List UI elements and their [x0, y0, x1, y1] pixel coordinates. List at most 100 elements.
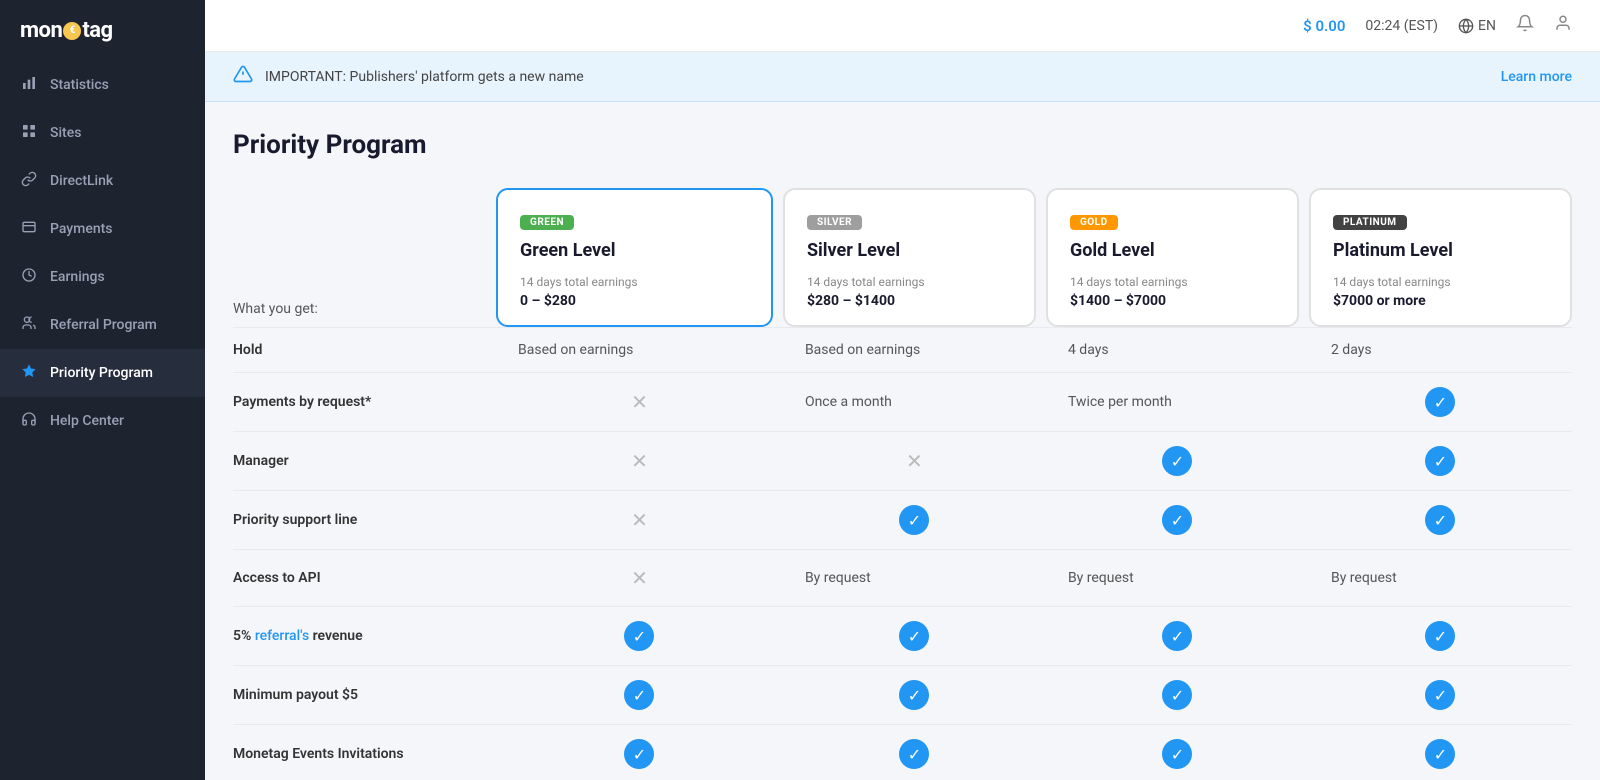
gold-manager: ✓	[1046, 432, 1309, 491]
lang-label: EN	[1478, 18, 1496, 34]
green-level-name: Green Level	[520, 240, 749, 261]
referral-revenue-label: 5% referral's revenue	[233, 607, 496, 666]
platinum-level-card: PLATINUM Platinum Level 14 days total ea…	[1309, 188, 1572, 327]
warning-icon	[233, 64, 253, 89]
silver-events: ✓	[783, 725, 1046, 780]
gold-min-payout: ✓	[1046, 666, 1309, 725]
priority-support-label: Priority support line	[233, 491, 496, 550]
check-icon: ✓	[1425, 505, 1455, 535]
green-badge: GREEN	[520, 215, 574, 230]
gold-payments-request: Twice per month	[1046, 373, 1309, 432]
check-icon: ✓	[1162, 739, 1192, 769]
events-label: Monetag Events Invitations	[233, 725, 496, 780]
silver-level-name: Silver Level	[807, 240, 1012, 261]
logo-coin: €	[63, 22, 81, 40]
silver-min-payout: ✓	[783, 666, 1046, 725]
star-icon	[20, 363, 38, 383]
earnings-icon	[20, 267, 38, 287]
silver-level-card: SILVER Silver Level 14 days total earnin…	[783, 188, 1036, 327]
referral-revenue-row: 5% referral's revenue ✓ ✓ ✓ ✓	[233, 607, 1572, 666]
check-icon: ✓	[624, 621, 654, 651]
check-icon: ✓	[1425, 621, 1455, 651]
sidebar-item-statistics-label: Statistics	[50, 77, 109, 93]
green-events: ✓	[496, 725, 783, 780]
gold-events: ✓	[1046, 725, 1309, 780]
what-you-get-label: What you get:	[233, 301, 318, 317]
learn-more-link[interactable]: Learn more	[1501, 69, 1572, 85]
platinum-level-header: PLATINUM Platinum Level 14 days total ea…	[1309, 188, 1572, 328]
sidebar-item-sites[interactable]: Sites	[0, 109, 205, 157]
platinum-referral-revenue: ✓	[1309, 607, 1572, 666]
platinum-min-payout: ✓	[1309, 666, 1572, 725]
page-title: Priority Program	[233, 130, 1572, 160]
user-avatar[interactable]	[1554, 14, 1572, 37]
platinum-badge: PLATINUM	[1333, 215, 1407, 230]
sidebar-item-priority-label: Priority Program	[50, 365, 153, 381]
check-icon: ✓	[899, 621, 929, 651]
help-icon	[20, 411, 38, 431]
sidebar: mon€tag Statistics Sites DirectLink Paym…	[0, 0, 205, 780]
manager-label: Manager	[233, 432, 496, 491]
green-priority-support: ✕	[496, 491, 783, 550]
silver-badge: SILVER	[807, 215, 862, 230]
api-label: Access to API	[233, 550, 496, 607]
sidebar-item-payments-label: Payments	[50, 221, 113, 237]
sidebar-item-earnings[interactable]: Earnings	[0, 253, 205, 301]
main-content: $ 0.00 02:24 (EST) EN IMPORTANT: Publish…	[205, 0, 1600, 780]
priority-support-row: Priority support line ✕ ✓ ✓ ✓	[233, 491, 1572, 550]
check-icon: ✓	[1425, 680, 1455, 710]
green-hold: Based on earnings	[496, 328, 783, 373]
check-icon: ✓	[624, 680, 654, 710]
green-payments-request: ✕	[496, 373, 783, 432]
sidebar-item-referral[interactable]: Referral Program	[0, 301, 205, 349]
language-selector[interactable]: EN	[1458, 18, 1496, 34]
payments-icon	[20, 219, 38, 239]
banner-text: IMPORTANT: Publishers' platform gets a n…	[265, 69, 584, 85]
notification-icon[interactable]	[1516, 14, 1534, 37]
events-row: Monetag Events Invitations ✓ ✓ ✓ ✓	[233, 725, 1572, 780]
sidebar-item-help[interactable]: Help Center	[0, 397, 205, 445]
green-api: ✕	[496, 550, 783, 607]
sidebar-item-priority[interactable]: Priority Program	[0, 349, 205, 397]
cross-icon: ✕	[625, 447, 653, 475]
silver-priority-support: ✓	[783, 491, 1046, 550]
page-content: Priority Program What you get:	[205, 102, 1600, 780]
cross-icon: ✕	[900, 447, 928, 475]
sidebar-item-referral-label: Referral Program	[50, 317, 157, 333]
green-manager: ✕	[496, 432, 783, 491]
referral-link[interactable]: referral's	[255, 628, 309, 644]
gold-level-name: Gold Level	[1070, 240, 1275, 261]
check-icon: ✓	[1425, 739, 1455, 769]
green-earnings-value: 0 – $280	[520, 293, 749, 309]
api-row: Access to API ✕ By request By request By…	[233, 550, 1572, 607]
gold-priority-support: ✓	[1046, 491, 1309, 550]
header: $ 0.00 02:24 (EST) EN	[205, 0, 1600, 52]
announcement-banner: IMPORTANT: Publishers' platform gets a n…	[205, 52, 1600, 102]
levels-header-row: What you get: GREEN Green Level 14 days …	[233, 188, 1572, 328]
gold-hold: 4 days	[1046, 328, 1309, 373]
sidebar-item-statistics[interactable]: Statistics	[0, 61, 205, 109]
payments-request-row: Payments by request* ✕ Once a month Twic…	[233, 373, 1572, 432]
check-icon: ✓	[1425, 387, 1455, 417]
time-display: 02:24 (EST)	[1365, 18, 1438, 34]
priority-table: What you get: GREEN Green Level 14 days …	[233, 188, 1572, 780]
platinum-events: ✓	[1309, 725, 1572, 780]
banner-content: IMPORTANT: Publishers' platform gets a n…	[233, 64, 584, 89]
min-payout-label: Minimum payout $5	[233, 666, 496, 725]
green-min-payout: ✓	[496, 666, 783, 725]
gold-earnings-value: $1400 – $7000	[1070, 293, 1275, 309]
sidebar-item-directlink[interactable]: DirectLink	[0, 157, 205, 205]
cross-icon: ✕	[625, 388, 653, 416]
gold-level-card: GOLD Gold Level 14 days total earnings $…	[1046, 188, 1299, 327]
platinum-manager: ✓	[1309, 432, 1572, 491]
silver-hold: Based on earnings	[783, 328, 1046, 373]
silver-payments-request: Once a month	[783, 373, 1046, 432]
statistics-icon	[20, 75, 38, 95]
green-referral-revenue: ✓	[496, 607, 783, 666]
platinum-priority-support: ✓	[1309, 491, 1572, 550]
check-icon: ✓	[1162, 505, 1192, 535]
check-icon: ✓	[1425, 446, 1455, 476]
sidebar-item-payments[interactable]: Payments	[0, 205, 205, 253]
check-icon: ✓	[899, 739, 929, 769]
platinum-earnings-label: 14 days total earnings	[1333, 275, 1548, 289]
